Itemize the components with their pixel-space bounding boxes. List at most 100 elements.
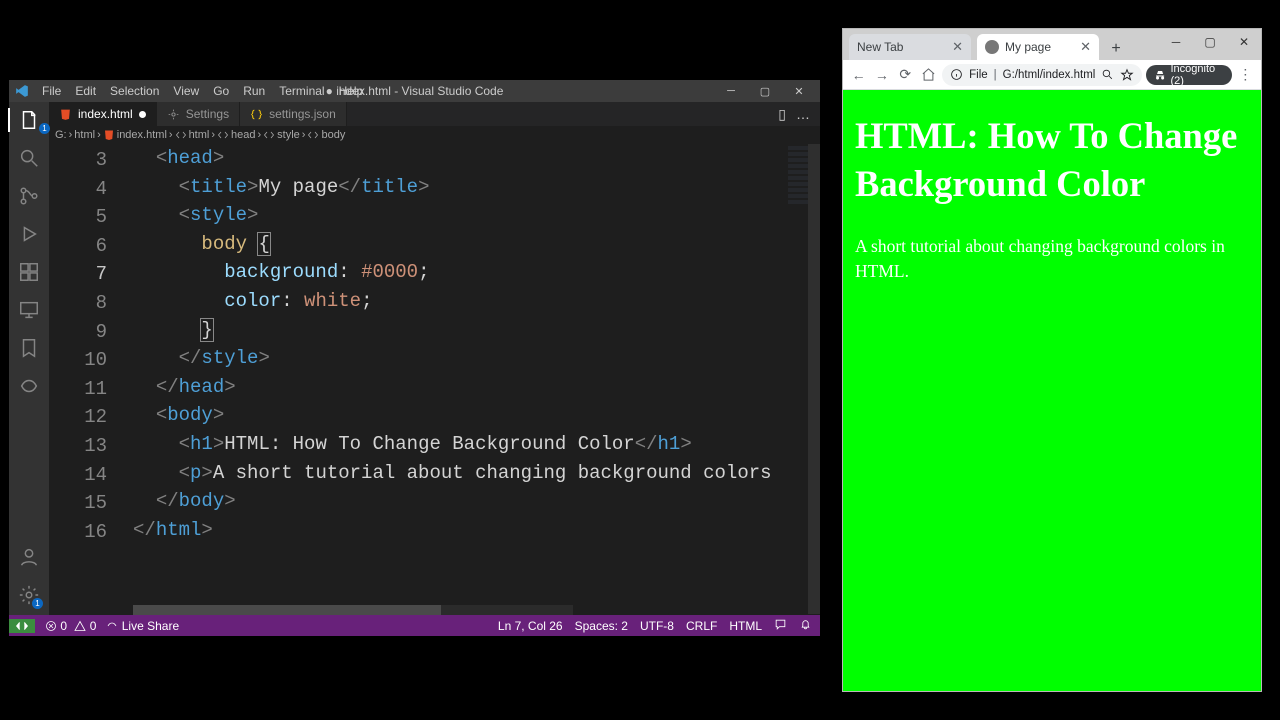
page-paragraph: A short tutorial about changing backgrou… (855, 234, 1249, 283)
line-gutter: 345678910111213141516 (49, 144, 133, 615)
status-bell-icon[interactable] (799, 618, 812, 634)
editor-tabs: index.html Settings settings.json ▯ … (49, 102, 820, 126)
chrome-tabstrip: New Tab ✕ My page ✕ + ─ ▢ ✕ (843, 29, 1261, 60)
vscode-window: File Edit Selection View Go Run Terminal… (9, 80, 820, 636)
editor-area: index.html Settings settings.json ▯ … G: (49, 102, 820, 615)
vertical-scrollbar[interactable] (808, 144, 820, 615)
menu-run[interactable]: Run (236, 84, 272, 98)
info-icon (950, 68, 963, 81)
tab-label: settings.json (269, 107, 336, 121)
menu-bar: File Edit Selection View Go Run Terminal… (35, 84, 370, 98)
forward-button[interactable]: → (872, 64, 891, 86)
menu-help[interactable]: Help (332, 84, 371, 98)
bc-folder[interactable]: html (74, 129, 95, 141)
close-button[interactable]: ✕ (782, 85, 816, 98)
status-line-col[interactable]: Ln 7, Col 26 (498, 619, 563, 633)
incognito-badge[interactable]: Incognito (2) (1146, 65, 1231, 85)
chrome-toolbar: ← → ⟳ File | G:/html/index.html Incognit… (843, 60, 1261, 90)
status-live-share[interactable]: Live Share (106, 619, 179, 633)
status-feedback-icon[interactable] (774, 618, 787, 634)
bc-sym-icon (175, 129, 187, 141)
more-actions-icon[interactable]: … (796, 106, 810, 122)
tab-index-html[interactable]: index.html (49, 102, 157, 126)
back-button[interactable]: ← (849, 64, 868, 86)
explorer-badge: 1 (39, 123, 50, 134)
page-heading: HTML: How To Change Background Color (855, 112, 1249, 208)
status-lang[interactable]: HTML (729, 619, 762, 633)
address-bar[interactable]: File | G:/html/index.html (942, 64, 1142, 86)
settings-badge: 1 (32, 598, 43, 609)
code-editor[interactable]: 345678910111213141516 <head> <title>My p… (49, 144, 820, 615)
remote-button[interactable] (9, 619, 35, 633)
settings-file-icon (167, 108, 180, 121)
tab-label: New Tab (857, 40, 903, 54)
remote-explorer-icon[interactable] (17, 298, 41, 322)
bc-sym-icon (263, 129, 275, 141)
horizontal-scrollbar[interactable] (133, 605, 573, 615)
status-spaces[interactable]: Spaces: 2 (575, 619, 628, 633)
menu-file[interactable]: File (35, 84, 68, 98)
extensions-icon[interactable] (17, 260, 41, 284)
run-debug-icon[interactable] (17, 222, 41, 246)
bc-drive[interactable]: G: (55, 129, 67, 141)
activity-bar: 1 (9, 102, 49, 615)
close-tab-icon[interactable]: ✕ (1080, 39, 1091, 55)
close-tab-icon[interactable]: ✕ (952, 39, 963, 55)
split-editor-icon[interactable]: ▯ (778, 106, 786, 123)
status-bar: 0 0 Live Share Ln 7, Col 26 Spaces: 2 UT… (9, 615, 820, 636)
live-share-icon[interactable] (17, 374, 41, 398)
menu-edit[interactable]: Edit (68, 84, 103, 98)
bc-file-icon (103, 129, 115, 141)
maximize-button[interactable]: ▢ (748, 85, 782, 98)
html-file-icon (59, 108, 72, 121)
maximize-button[interactable]: ▢ (1193, 29, 1227, 54)
status-encoding[interactable]: UTF-8 (640, 619, 674, 633)
menu-selection[interactable]: Selection (103, 84, 166, 98)
menu-terminal[interactable]: Terminal (272, 84, 331, 98)
settings-gear-icon[interactable]: 1 (17, 583, 41, 607)
bc-sym[interactable]: style (277, 129, 300, 141)
tab-label: index.html (78, 107, 133, 121)
search-icon[interactable] (17, 146, 41, 170)
rendered-page: HTML: How To Change Background Color A s… (843, 90, 1261, 691)
vscode-logo-icon (15, 84, 29, 98)
addr-scheme: File (969, 69, 988, 81)
chrome-window: New Tab ✕ My page ✕ + ─ ▢ ✕ ← → ⟳ File |… (842, 28, 1262, 692)
browser-tab-mypage[interactable]: My page ✕ (977, 34, 1099, 60)
bc-sym[interactable]: body (321, 129, 345, 141)
menu-go[interactable]: Go (206, 84, 236, 98)
explorer-icon[interactable]: 1 (8, 108, 48, 132)
browser-tab-newtab[interactable]: New Tab ✕ (849, 34, 971, 60)
addr-sep: | (994, 69, 997, 81)
accounts-icon[interactable] (17, 545, 41, 569)
incognito-icon (1154, 68, 1166, 82)
status-eol[interactable]: CRLF (686, 619, 717, 633)
new-tab-button[interactable]: + (1105, 38, 1127, 60)
bc-file[interactable]: index.html (117, 129, 167, 141)
vscode-titlebar: File Edit Selection View Go Run Terminal… (9, 80, 820, 102)
bookmarks-icon[interactable] (17, 336, 41, 360)
zoom-icon[interactable] (1101, 68, 1114, 81)
scm-icon[interactable] (17, 184, 41, 208)
bc-sym-icon (307, 129, 319, 141)
minimize-button[interactable]: ─ (1159, 29, 1193, 54)
tab-settings-json[interactable]: settings.json (240, 102, 347, 126)
close-button[interactable]: ✕ (1227, 29, 1261, 54)
favicon-icon (985, 40, 999, 54)
reload-button[interactable]: ⟳ (896, 64, 915, 86)
chrome-menu-button[interactable]: ⋮ (1236, 64, 1255, 86)
menu-view[interactable]: View (166, 84, 206, 98)
bc-sym-icon (217, 129, 229, 141)
minimize-button[interactable]: ─ (714, 85, 748, 98)
bc-sym[interactable]: head (231, 129, 255, 141)
status-errors[interactable]: 0 0 (45, 619, 96, 633)
bookmark-star-icon[interactable] (1120, 68, 1134, 82)
tab-label: My page (1005, 40, 1051, 54)
breadcrumbs[interactable]: G: › html › index.html › html › head › s… (49, 126, 820, 144)
tab-label: Settings (186, 107, 229, 121)
addr-path: G:/html/index.html (1003, 69, 1096, 81)
bc-sym[interactable]: html (189, 129, 210, 141)
modified-dot-icon (139, 111, 146, 118)
tab-settings[interactable]: Settings (157, 102, 240, 126)
home-button[interactable] (919, 64, 938, 86)
